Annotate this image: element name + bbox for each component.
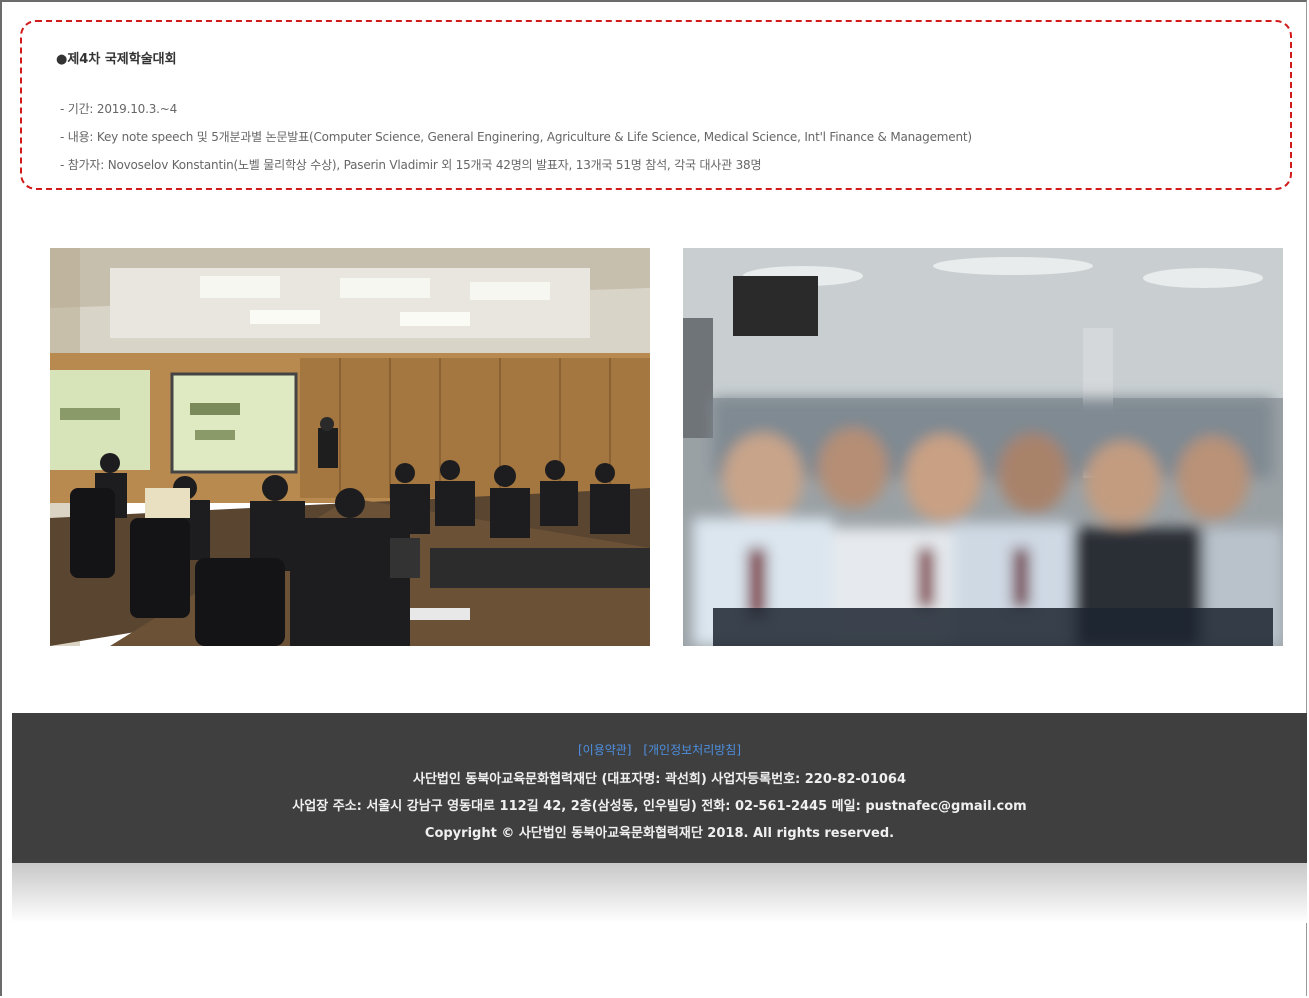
event-info-box: ●제4차 국제학술대회 - 기간: 2019.10.3.~4 - 내용: Key… [20, 20, 1292, 190]
footer-company-info: 사단법인 동북아교육문화협력재단 (대표자명: 곽선희) 사업자등록번호: 22… [413, 772, 906, 787]
footer-links: [이용약관] [개인정보처리방침] [12, 741, 1307, 758]
event-period: - 기간: 2019.10.3.~4 [60, 102, 178, 116]
footer-address: 사업장 주소: 서울시 강남구 영동대로 112길 42, 2층(삼성동, 인우… [292, 799, 1027, 814]
event-title: ●제4차 국제학술대회 [56, 52, 177, 67]
conference-room-photo [50, 248, 650, 646]
audience-photo [683, 248, 1283, 646]
event-participants: - 참가자: Novoselov Konstantin(노벨 물리학상 수상),… [60, 158, 762, 172]
footer-copyright: Copyright © 사단법인 동북아교육문화협력재단 2018. All r… [424, 826, 895, 841]
terms-link[interactable]: [이용약관] [578, 743, 632, 757]
privacy-policy-link[interactable]: [개인정보처리방침] [643, 743, 741, 757]
event-content: - 내용: Key note speech 및 5개분과별 논문발표(Compu… [60, 130, 972, 144]
footer-shadow [12, 863, 1307, 923]
site-footer: [이용약관] [개인정보처리방침] 사단법인 동북아교육문화협력재단 (대표자명… [12, 713, 1307, 863]
